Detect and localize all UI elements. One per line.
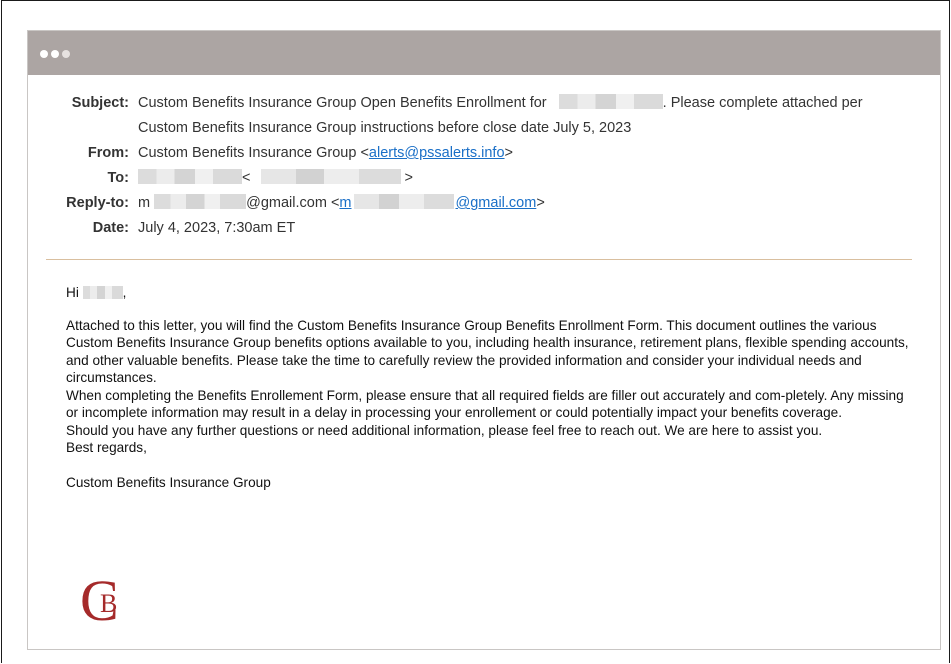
replyto-link-suffix: @gmail.com	[455, 195, 537, 211]
to-lt: <	[242, 170, 251, 186]
body-paragraph-2: When completing the Benefits Enrollement…	[66, 387, 904, 421]
date-label: Date:	[92, 220, 129, 236]
subject-value: Custom Benefits Insurance Group Open Ben…	[138, 91, 940, 141]
replyto-prefix: m	[138, 195, 151, 211]
closing-line: Best regards,	[66, 440, 147, 455]
to-gt: >	[404, 170, 413, 186]
redacted-greeting-name	[82, 286, 123, 299]
redacted-to-email	[260, 169, 401, 184]
window-dot-maximize-icon[interactable]	[62, 50, 70, 58]
replyto-value: m @gmail.com <m @gmail.com>	[138, 191, 940, 216]
from-value: Custom Benefits Insurance Group <alerts@…	[138, 141, 940, 166]
email-window: Subject: Custom Benefits Insurance Group…	[27, 30, 941, 650]
logo-letter-b: B	[100, 589, 117, 618]
from-name: Custom Benefits Insurance Group <	[138, 145, 369, 161]
redacted-to-name	[138, 169, 242, 184]
subject-text-b: . Please complete attached per	[662, 95, 863, 111]
window-titlebar	[28, 31, 940, 75]
replyto-close: >	[536, 195, 545, 211]
redacted-replyto-local	[154, 194, 247, 209]
signature-line: Custom Benefits Insurance Group	[66, 475, 271, 490]
from-email-link[interactable]: alerts@pssalerts.info	[369, 145, 505, 161]
from-row: From: Custom Benefits Insurance Group <a…	[28, 141, 940, 166]
to-value: < >	[138, 166, 940, 191]
replyto-label: Reply-to:	[66, 195, 129, 211]
replyto-row: Reply-to: m @gmail.com <m @gmail.com>	[28, 191, 940, 216]
subject-label: Subject:	[71, 95, 129, 111]
replyto-link-prefix: m	[339, 195, 352, 211]
body-paragraph-1: Attached to this letter, you will find t…	[66, 317, 909, 386]
window-controls[interactable]	[40, 50, 70, 58]
date-row: Date: July 4, 2023, 7:30am ET	[28, 216, 940, 241]
email-headers: Subject: Custom Benefits Insurance Group…	[28, 91, 940, 241]
from-label: From:	[87, 145, 129, 161]
redacted-recipient-name	[558, 94, 663, 109]
greeting-suffix: ,	[122, 285, 127, 300]
from-close: >	[504, 145, 513, 161]
email-body: Hi , Attached to this letter, you will f…	[66, 284, 912, 492]
date-value: July 4, 2023, 7:30am ET	[138, 220, 296, 236]
window-dot-close-icon[interactable]	[40, 50, 48, 58]
subject-text-line2: Custom Benefits Insurance Group instruct…	[138, 120, 632, 136]
redacted-replyto-link	[353, 194, 454, 209]
subject-row: Subject: Custom Benefits Insurance Group…	[28, 91, 940, 141]
header-divider	[46, 259, 912, 260]
replyto-email-link[interactable]: m @gmail.com	[339, 194, 537, 211]
greeting-prefix: Hi	[66, 285, 79, 300]
greeting: Hi ,	[66, 284, 912, 302]
subject-text-a: Custom Benefits Insurance Group Open Ben…	[138, 95, 547, 111]
window-dot-minimize-icon[interactable]	[51, 50, 59, 58]
replyto-suffix: @gmail.com <	[246, 195, 340, 211]
to-row: To: < >	[28, 166, 940, 191]
company-logo: C B	[76, 568, 136, 633]
to-label: To:	[107, 170, 129, 186]
body-paragraph-3: Should you have any further questions or…	[66, 422, 823, 438]
